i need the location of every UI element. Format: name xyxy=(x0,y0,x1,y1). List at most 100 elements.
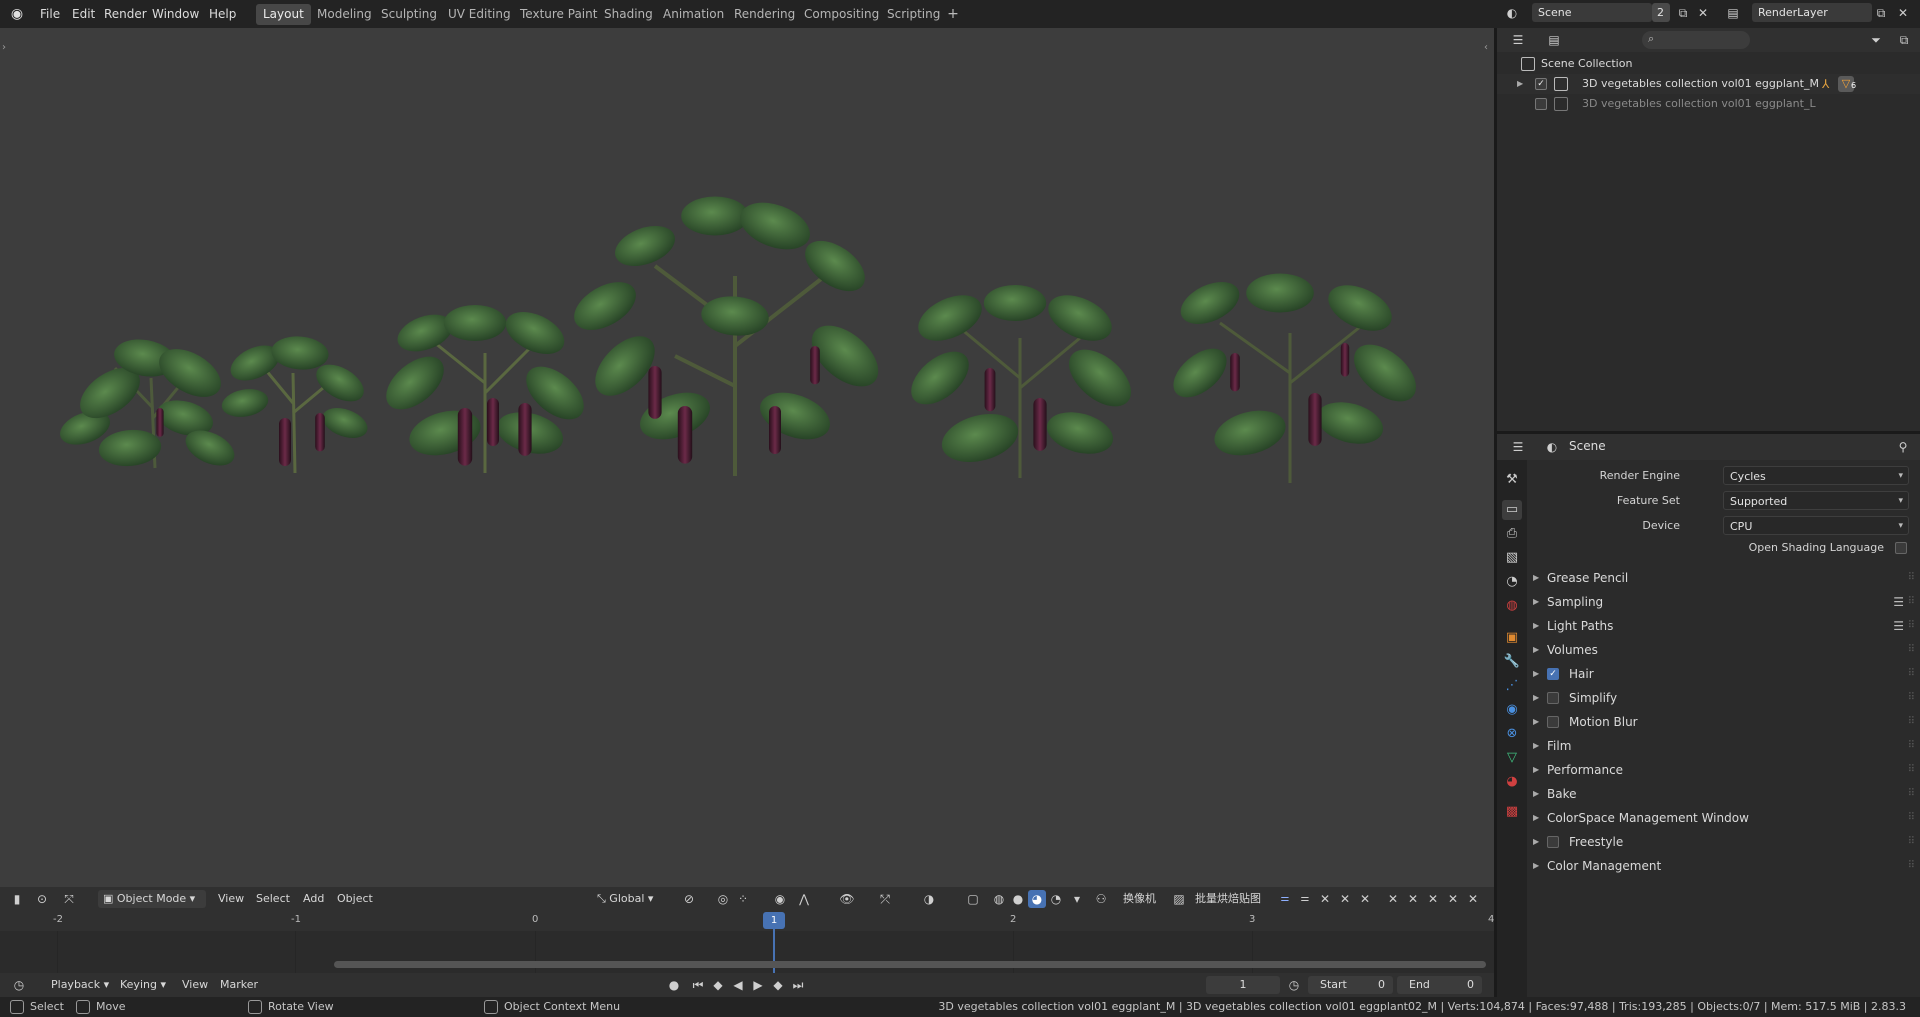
menu-file[interactable]: File xyxy=(36,4,64,24)
play-icon[interactable]: ▶ xyxy=(749,976,767,994)
delete-view-layer-icon[interactable]: ✕ xyxy=(1894,4,1912,22)
menu-render[interactable]: Render xyxy=(100,4,151,24)
panel-grip-icon[interactable]: ⠿ xyxy=(1908,687,1915,709)
prev-keyframe-icon[interactable]: ◆ xyxy=(709,976,727,994)
panel-grip-icon[interactable]: ⠿ xyxy=(1908,735,1915,757)
panel-bake[interactable]: ▶ Bake ⠿ xyxy=(1531,783,1915,805)
presets-list-icon[interactable]: ☰ xyxy=(1893,591,1904,613)
scene-icon[interactable]: ◐ xyxy=(1503,4,1521,22)
motion-blur-checkbox[interactable] xyxy=(1547,716,1559,728)
render-engine-dropdown[interactable]: Cycles ▾ xyxy=(1723,466,1909,485)
exclude-checkbox[interactable]: ✓ xyxy=(1535,78,1547,90)
record-icon[interactable]: ● xyxy=(665,976,683,994)
timeline[interactable]: -2 -1 0 2 3 4 1 xyxy=(0,911,1494,973)
next-keyframe-icon[interactable]: ◆ xyxy=(769,976,787,994)
current-frame-field[interactable]: 1 xyxy=(1206,976,1280,994)
output-tab-icon[interactable]: ⎙ xyxy=(1502,524,1522,544)
panel-grip-icon[interactable]: ⠿ xyxy=(1908,567,1915,589)
tab-uv-editing[interactable]: UV Editing xyxy=(441,4,518,25)
object-mode-dropdown[interactable]: ▣ Object Mode ▾ xyxy=(98,890,206,908)
menu-view[interactable]: View xyxy=(213,890,249,908)
bake-icon[interactable]: ▨ xyxy=(1170,890,1188,908)
freestyle-checkbox[interactable] xyxy=(1547,836,1559,848)
view-layer-icon[interactable]: ▤ xyxy=(1724,4,1742,22)
presets-list-icon[interactable]: ☰ xyxy=(1893,615,1904,637)
hair-checkbox[interactable]: ✓ xyxy=(1547,668,1559,680)
tool-tab-icon[interactable]: ⚒ xyxy=(1502,470,1522,490)
menu-playback[interactable]: Playback ▾ xyxy=(46,976,114,994)
tab-scripting[interactable]: Scripting xyxy=(880,4,947,25)
render-tab-icon[interactable]: ▭ xyxy=(1502,500,1522,520)
panel-color-management[interactable]: ▶ Color Management ⠿ xyxy=(1531,855,1915,877)
panel-freestyle[interactable]: ▶ Freestyle ⠿ xyxy=(1531,831,1915,853)
menu-keying[interactable]: Keying ▾ xyxy=(115,976,171,994)
constraints-tab-icon[interactable]: ⊗ xyxy=(1502,724,1522,744)
physics-tab-icon[interactable]: ◉ xyxy=(1502,700,1522,720)
panel-performance[interactable]: ▶ Performance ⠿ xyxy=(1531,759,1915,781)
world-tab-icon[interactable]: ◍ xyxy=(1502,596,1522,616)
editor-type-icon[interactable]: ⊙ xyxy=(33,890,51,908)
camera-switch-icon[interactable]: ⚇ xyxy=(1092,890,1110,908)
modifier-tab-icon[interactable]: 🔧 xyxy=(1502,652,1522,672)
particles-tab-icon[interactable]: ⋰ xyxy=(1502,676,1522,696)
expand-arrow-icon[interactable]: ▶ xyxy=(1517,74,1523,94)
material-preview-shading-icon[interactable]: ◕ xyxy=(1028,890,1046,908)
close-layer-icon-8[interactable]: ✕ xyxy=(1464,890,1482,908)
osl-checkbox[interactable] xyxy=(1895,542,1907,554)
outliner-scene-collection[interactable]: Scene Collection xyxy=(1497,54,1920,74)
properties-editor-icon[interactable]: ☰ xyxy=(1509,438,1527,456)
layer-toggle-icon-1[interactable]: ⚌ xyxy=(1276,890,1294,908)
close-layer-icon-3[interactable]: ✕ xyxy=(1356,890,1374,908)
view-layer-field[interactable]: RenderLayer xyxy=(1752,3,1872,22)
outliner[interactable]: ☰ ▤ ⌕ ⏷ ⧉ Scene Collection ▶ ✓ 3D vegeta… xyxy=(1497,28,1920,434)
pivot-point-icon[interactable]: ⊘ xyxy=(680,890,698,908)
panel-grease-pencil[interactable]: ▶ Grease Pencil ⠿ xyxy=(1531,567,1915,589)
panel-grip-icon[interactable]: ⠿ xyxy=(1908,615,1915,637)
panel-grip-icon[interactable]: ⠿ xyxy=(1908,759,1915,781)
rendered-shading-icon[interactable]: ◔ xyxy=(1047,890,1065,908)
menu-object[interactable]: Object xyxy=(332,890,378,908)
filter-icon[interactable]: ⏷ xyxy=(1867,31,1885,49)
new-scene-icon[interactable]: ⧉ xyxy=(1674,4,1692,22)
close-layer-icon-1[interactable]: ✕ xyxy=(1316,890,1334,908)
scene-name-field[interactable]: Scene xyxy=(1532,3,1652,22)
visibility-icon[interactable]: 👁 xyxy=(838,890,856,908)
panel-simplify[interactable]: ▶ Simplify ⠿ xyxy=(1531,687,1915,709)
menu-timeline-view[interactable]: View xyxy=(177,976,213,994)
exclude-checkbox[interactable] xyxy=(1535,98,1547,110)
outliner-search-input[interactable]: ⌕ xyxy=(1642,31,1750,49)
device-dropdown[interactable]: CPU ▾ xyxy=(1723,516,1909,535)
transform-orientation-dropdown[interactable]: ⤡ Global ▾ xyxy=(592,890,672,908)
gizmo-icon[interactable]: ⤱ xyxy=(876,890,894,908)
delete-scene-icon[interactable]: ✕ xyxy=(1694,4,1712,22)
feature-set-dropdown[interactable]: Supported ▾ xyxy=(1723,491,1909,510)
tab-texture-paint[interactable]: Texture Paint xyxy=(513,4,604,25)
display-mode-icon[interactable]: ▤ xyxy=(1545,31,1563,49)
blender-logo-icon[interactable]: ◉ xyxy=(8,5,26,23)
editor-type-clock-icon[interactable]: ◷ xyxy=(10,976,28,994)
snap-target-icon[interactable]: ⁘ xyxy=(734,890,752,908)
new-collection-icon[interactable]: ⧉ xyxy=(1895,31,1913,49)
scene-tab-icon[interactable]: ◔ xyxy=(1502,572,1522,592)
menu-window[interactable]: Window xyxy=(148,4,203,24)
panel-light-paths[interactable]: ▶ Light Paths ☰ ⠿ xyxy=(1531,615,1915,637)
panel-grip-icon[interactable]: ⠿ xyxy=(1908,711,1915,733)
menu-marker[interactable]: Marker xyxy=(215,976,263,994)
add-workspace-icon[interactable]: + xyxy=(944,4,962,25)
outliner-editor-icon[interactable]: ☰ xyxy=(1509,31,1527,49)
close-layer-icon-4[interactable]: ✕ xyxy=(1384,890,1402,908)
view-layer-tab-icon[interactable]: ▧ xyxy=(1502,548,1522,568)
timeline-ruler[interactable] xyxy=(0,911,1494,931)
panel-grip-icon[interactable]: ⠿ xyxy=(1908,855,1915,877)
menu-edit[interactable]: Edit xyxy=(68,4,99,24)
panel-grip-icon[interactable]: ⠿ xyxy=(1908,783,1915,805)
wireframe-shading-icon[interactable]: ◍ xyxy=(990,890,1008,908)
tab-rendering[interactable]: Rendering xyxy=(727,4,802,25)
start-frame-field[interactable]: Start 0 xyxy=(1308,976,1393,994)
bookmark-icon[interactable]: ▮ xyxy=(8,890,26,908)
close-layer-icon-7[interactable]: ✕ xyxy=(1444,890,1462,908)
batch-bake-button[interactable]: 批量烘焙贴图 xyxy=(1190,890,1266,908)
proportional-edit-icon[interactable]: ◉ xyxy=(771,890,789,908)
tab-animation[interactable]: Animation xyxy=(656,4,731,25)
panel-grip-icon[interactable]: ⠿ xyxy=(1908,807,1915,829)
